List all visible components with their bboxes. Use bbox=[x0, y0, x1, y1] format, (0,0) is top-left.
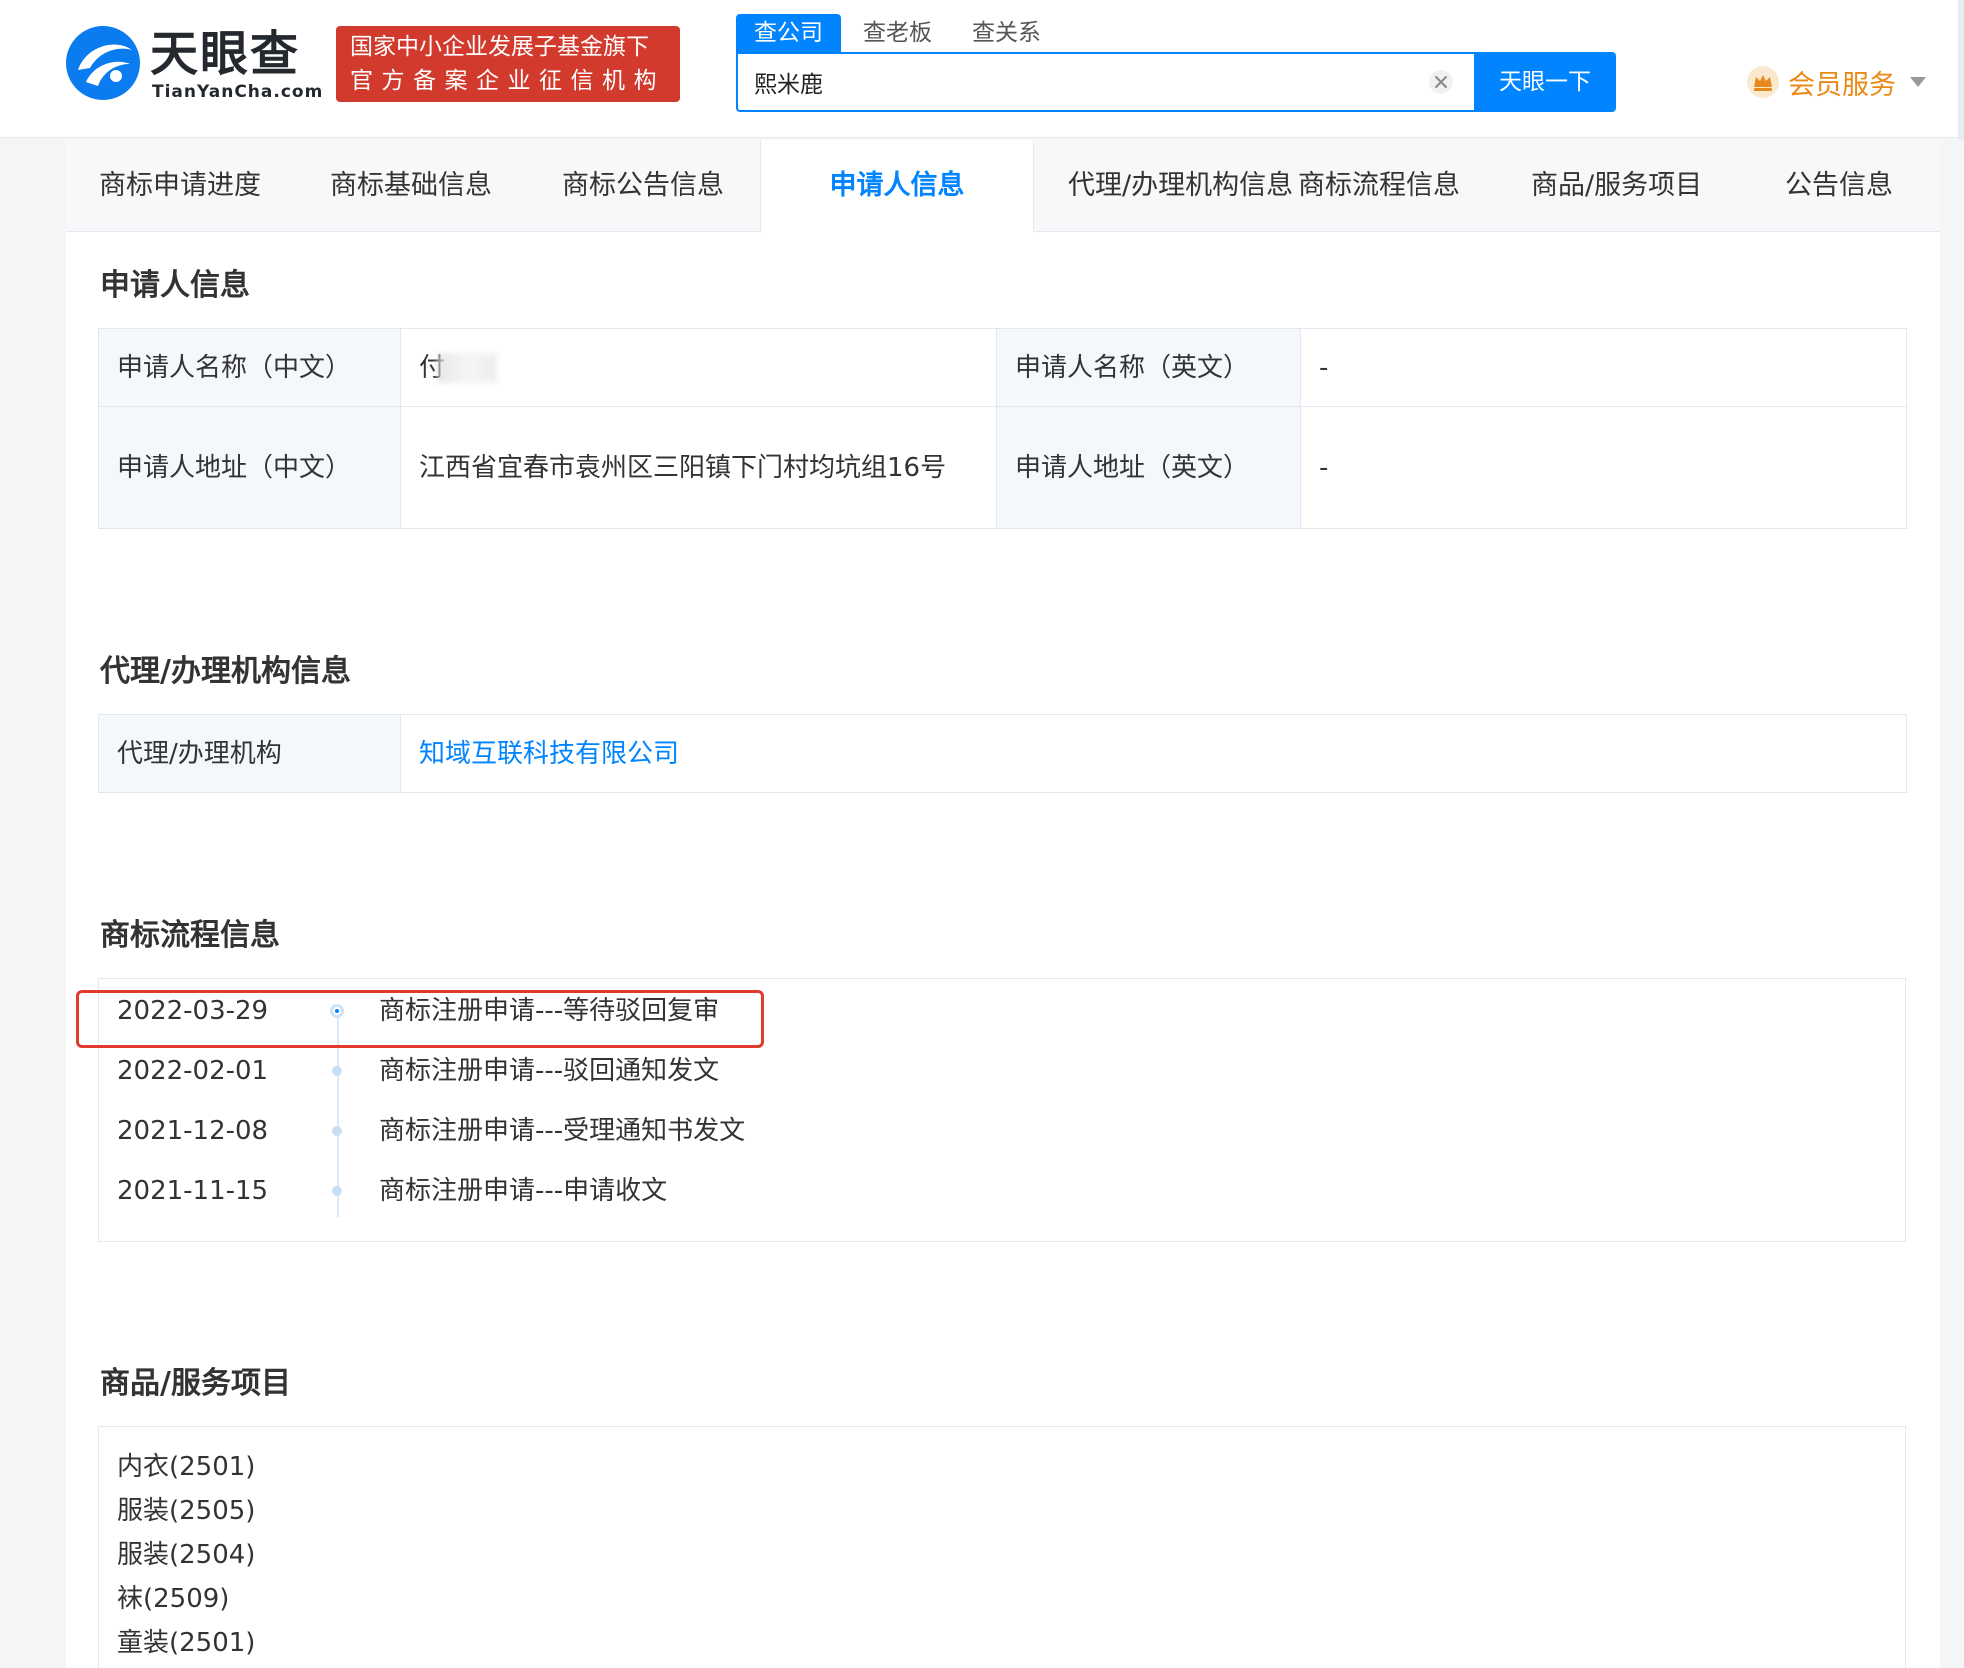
applicant-name-cn-cell: 付 bbox=[400, 328, 997, 407]
agency-link[interactable]: 知域互联科技有限公司 bbox=[419, 739, 679, 769]
agency-label: 代理/办理机构 bbox=[98, 714, 401, 793]
clear-search-icon[interactable] bbox=[1428, 69, 1454, 95]
search-input[interactable] bbox=[738, 54, 1474, 110]
top-header: 天眼查 TianYanCha.com 国家中小企业发展子基金旗下 官方备案企业征… bbox=[0, 0, 1964, 138]
table-row: 代理/办理机构 知域互联科技有限公司 bbox=[98, 714, 1907, 793]
tab-search-company[interactable]: 查公司 bbox=[736, 14, 841, 52]
nav-item-goods[interactable]: 商品/服务项目 bbox=[1531, 140, 1702, 232]
table-row: 申请人地址（中文） 江西省宜春市袁州区三阳镇下门村均坑组16号 申请人地址（英文… bbox=[98, 406, 1907, 529]
applicant-name-en-label: 申请人名称（英文） bbox=[996, 328, 1301, 407]
badge-line-2: 官方备案企业征信机构 bbox=[350, 68, 665, 94]
applicant-name-en-value: - bbox=[1300, 328, 1907, 407]
timeline-item: 2021-12-08 商标注册申请---受理通知书发文 bbox=[99, 1111, 1099, 1151]
applicant-addr-en-value: - bbox=[1300, 406, 1907, 529]
table-row: 申请人名称（中文） 付 申请人名称（英文） - bbox=[98, 328, 1907, 407]
nav-item-notice[interactable]: 公告信息 bbox=[1785, 140, 1893, 232]
timeline-text: 商标注册申请---驳回通知发文 bbox=[379, 1056, 720, 1086]
nav-item-applicant[interactable]: 申请人信息 bbox=[760, 140, 1034, 233]
member-service-menu[interactable]: 会员服务 bbox=[1746, 62, 1926, 102]
badge-line-1: 国家中小企业发展子基金旗下 bbox=[350, 34, 649, 60]
search-type-tabs: 查公司 查老板 查关系 bbox=[736, 14, 1063, 52]
timeline-dot bbox=[332, 1126, 342, 1136]
timeline-date: 2022-02-01 bbox=[117, 1056, 269, 1086]
trademark-detail-card: 商标申请进度 商标基础信息 商标公告信息 申请人信息 代理/办理机构信息 商标流… bbox=[66, 140, 1940, 1668]
list-item: 服装(2505) bbox=[117, 1496, 256, 1526]
tab-search-relation[interactable]: 查关系 bbox=[954, 14, 1059, 52]
flow-section-title: 商标流程信息 bbox=[100, 918, 280, 953]
nav-item-agency[interactable]: 代理/办理机构信息 bbox=[1068, 140, 1293, 232]
nav-item-announcement[interactable]: 商标公告信息 bbox=[562, 140, 724, 232]
crown-icon bbox=[1747, 66, 1779, 98]
timeline-dot bbox=[332, 1186, 342, 1196]
timeline-item: 2021-11-15 商标注册申请---申请收文 bbox=[99, 1171, 1099, 1211]
list-item: 内衣(2501) bbox=[117, 1452, 256, 1482]
list-item: 童装(2501) bbox=[117, 1628, 256, 1658]
applicant-section-title: 申请人信息 bbox=[100, 268, 250, 303]
timeline-dot bbox=[332, 1066, 342, 1076]
timeline-text: 商标注册申请---受理通知书发文 bbox=[379, 1116, 746, 1146]
agency-table: 代理/办理机构 知域互联科技有限公司 bbox=[98, 714, 1907, 793]
timeline-date: 2021-12-08 bbox=[117, 1116, 269, 1146]
search-button[interactable]: 天眼一下 bbox=[1474, 54, 1614, 110]
timeline-item: 2022-02-01 商标注册申请---驳回通知发文 bbox=[99, 1051, 1099, 1091]
nav-item-basic-info[interactable]: 商标基础信息 bbox=[330, 140, 492, 232]
agency-section-title: 代理/办理机构信息 bbox=[100, 654, 351, 689]
tab-search-boss[interactable]: 查老板 bbox=[845, 14, 950, 52]
search-box: 天眼一下 bbox=[736, 52, 1616, 112]
redacted-name-mask bbox=[437, 353, 498, 383]
goods-section-title: 商品/服务项目 bbox=[100, 1366, 291, 1401]
logo-text-en: TianYanCha.com bbox=[152, 82, 324, 102]
list-item: 袜(2509) bbox=[117, 1584, 230, 1614]
highlight-annotation-box bbox=[76, 990, 764, 1048]
applicant-addr-cn-label: 申请人地址（中文） bbox=[98, 406, 401, 529]
logo-eye-icon bbox=[66, 26, 140, 100]
section-nav: 商标申请进度 商标基础信息 商标公告信息 申请人信息 代理/办理机构信息 商标流… bbox=[66, 140, 1940, 233]
timeline-text: 商标注册申请---申请收文 bbox=[379, 1176, 668, 1206]
logo-text-cn: 天眼查 bbox=[150, 26, 301, 82]
applicant-addr-cn-value: 江西省宜春市袁州区三阳镇下门村均坑组16号 bbox=[400, 406, 997, 529]
tianyancha-logo[interactable]: 天眼查 TianYanCha.com bbox=[64, 24, 324, 104]
official-badge: 国家中小企业发展子基金旗下 官方备案企业征信机构 bbox=[336, 26, 680, 102]
applicant-name-cn-label: 申请人名称（中文） bbox=[98, 328, 401, 407]
agency-value-cell: 知域互联科技有限公司 bbox=[400, 714, 1907, 793]
goods-list: 内衣(2501) 服装(2505) 服装(2504) 袜(2509) 童装(25… bbox=[98, 1426, 1906, 1668]
timeline-date: 2021-11-15 bbox=[117, 1176, 269, 1206]
applicant-table: 申请人名称（中文） 付 申请人名称（英文） - 申请人地址（中文） 江西省宜春市… bbox=[98, 328, 1907, 529]
list-item: 服装(2504) bbox=[117, 1540, 256, 1570]
chevron-down-icon bbox=[1910, 77, 1926, 87]
scrollbar-track[interactable] bbox=[1958, 0, 1964, 140]
applicant-addr-en-label: 申请人地址（英文） bbox=[996, 406, 1301, 529]
member-service-label: 会员服务 bbox=[1788, 69, 1896, 101]
nav-item-progress[interactable]: 商标申请进度 bbox=[99, 140, 261, 232]
nav-item-flow[interactable]: 商标流程信息 bbox=[1298, 140, 1460, 232]
